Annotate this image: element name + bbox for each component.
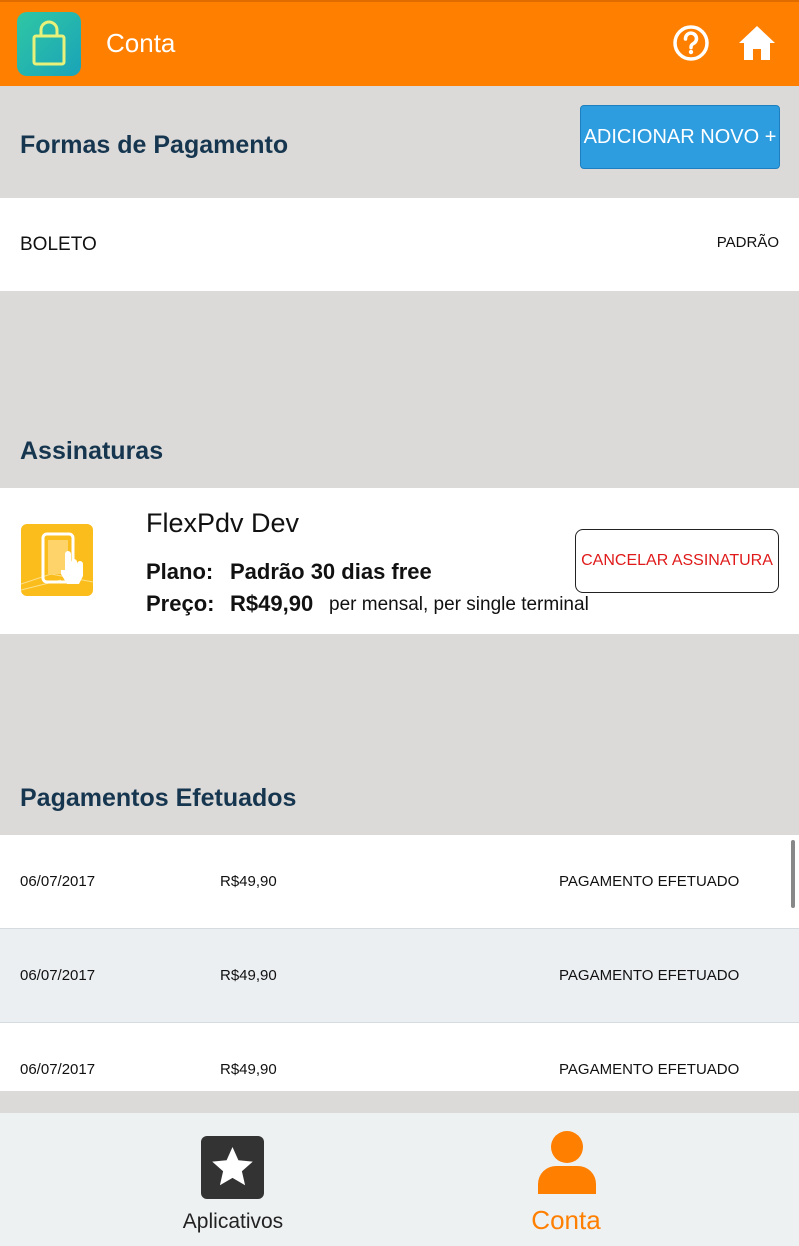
payment-date: 06/07/2017 (20, 967, 96, 984)
plan-value: Padrão 30 dias free (230, 559, 432, 584)
payment-status: PAGAMENTO EFETUADO (559, 873, 740, 890)
plan-label: Plano: (146, 559, 214, 584)
payment-date: 06/07/2017 (20, 1061, 96, 1078)
payment-amount: R$49,90 (220, 873, 277, 890)
payment-amount: R$49,90 (220, 1061, 277, 1078)
payment-method-row[interactable]: BOLETO PADRÃO (0, 198, 799, 291)
payments-header: Pagamentos Efetuados (0, 634, 799, 835)
section-title: Formas de Pagamento (20, 131, 289, 159)
payment-row[interactable]: 06/07/2017 R$49,90 PAGAMENTO EFETUADO (0, 835, 799, 929)
payment-status: PAGAMENTO EFETUADO (559, 967, 740, 984)
home-icon[interactable] (737, 24, 777, 62)
bottom-navigation: Aplicativos Conta (0, 1113, 799, 1246)
cancel-subscription-button[interactable]: CANCELAR ASSINATURA (575, 529, 779, 593)
payment-row[interactable]: 06/07/2017 R$49,90 PAGAMENTO EFETUADO (0, 1023, 799, 1091)
shopping-bag-logo-icon (17, 12, 81, 76)
price-value: R$49,90 (230, 591, 314, 616)
star-icon (201, 1136, 264, 1199)
app-header: Conta (0, 0, 799, 86)
payment-method-default-badge: PADRÃO (716, 234, 779, 251)
payment-row[interactable]: 06/07/2017 R$49,90 PAGAMENTO EFETUADO (0, 929, 799, 1023)
price-note: per mensal, per single terminal (329, 594, 589, 615)
page-title: Conta (106, 28, 176, 58)
tablet-touch-app-icon (21, 524, 93, 596)
section-title: Pagamentos Efetuados (20, 784, 297, 812)
payment-status: PAGAMENTO EFETUADO (559, 1061, 740, 1078)
add-payment-method-button[interactable]: ADICIONAR NOVO + (580, 105, 780, 169)
price-label: Preço: (146, 591, 215, 616)
subscriptions-header: Assinaturas (0, 291, 799, 488)
subscription-card: FlexPdv Dev Plano: Padrão 30 dias free P… (0, 488, 799, 634)
nav-label: Conta (531, 1205, 601, 1235)
help-icon[interactable] (672, 24, 710, 62)
payment-date: 06/07/2017 (20, 873, 96, 890)
payment-amount: R$49,90 (220, 967, 277, 984)
section-title: Assinaturas (20, 437, 164, 465)
payment-method-name: BOLETO (20, 234, 97, 255)
list-scrollbar[interactable] (791, 840, 795, 908)
subscription-app-name: FlexPdv Dev (146, 508, 300, 538)
user-icon (538, 1130, 596, 1194)
nav-item-conta[interactable]: Conta (366, 1113, 766, 1246)
